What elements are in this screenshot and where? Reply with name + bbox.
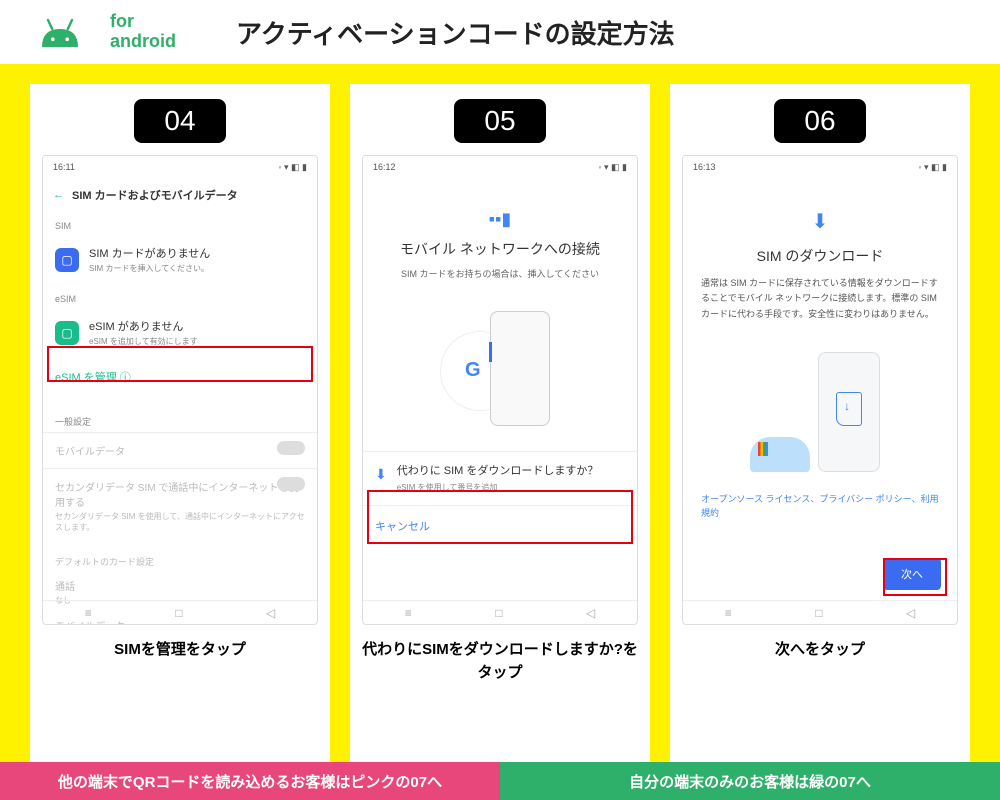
signal-icon: ▪▪▮: [383, 209, 617, 230]
toggle-icon: [277, 441, 305, 455]
section-esim: eSIM: [43, 290, 317, 308]
step-caption: 次へをタップ: [775, 639, 865, 662]
download-icon: ⬇: [701, 209, 939, 234]
highlight-box: [47, 346, 313, 382]
download-icon: ⬇: [375, 466, 387, 483]
sim-desc: SIM カードを挿入してください。: [89, 263, 305, 274]
footer: 他の端末でQRコードを読み込めるお客様はピンクの07へ 自分の端末のみのお客様は…: [0, 762, 1000, 800]
screen-title: SIM のダウンロード: [701, 246, 939, 266]
screen-title: モバイル ネットワークへの接続: [383, 240, 617, 260]
sim-title: SIM カードがありません: [89, 245, 305, 261]
section-general: 一般設定: [43, 411, 317, 432]
highlight-box: [883, 558, 947, 596]
toggle-icon: [277, 477, 305, 491]
header: forandroid アクティベーションコードの設定方法: [0, 0, 1000, 64]
phone-mock-04: 16:11 ◦ ▾ ◧ ▮ ← SIM カードおよびモバイルデータ SIM ▢ SI…: [42, 155, 318, 625]
highlight-box: [367, 490, 633, 544]
section-sim: SIM: [43, 217, 317, 235]
step-card-05: 05 16:12 ◦ ▾ ◧ ▮ ▪▪▮ モバイル ネットワークへの接続 SIM …: [350, 84, 650, 762]
footer-pink: 他の端末でQRコードを読み込めるお客様はピンクの07へ: [0, 762, 500, 800]
screen-title: SIM カードおよびモバイルデータ: [72, 187, 238, 203]
status-time: 16:12: [373, 162, 396, 173]
step-number: 04: [134, 99, 225, 143]
step-caption: 代わりにSIMをダウンロードしますか?をタップ: [362, 639, 638, 684]
step-caption: SIMを管理をタップ: [114, 639, 246, 662]
screen-title-row: ← SIM カードおよびモバイルデータ: [43, 179, 317, 211]
android-icon: [30, 12, 90, 52]
status-time: 16:11: [53, 162, 75, 173]
section-default: デフォルトのカード設定: [43, 551, 317, 572]
mobile-data-row: モバイルデータ: [43, 432, 317, 468]
download-title: 代わりに SIM をダウンロードしますか？: [397, 464, 599, 479]
steps-container: 04 16:11 ◦ ▾ ◧ ▮ ← SIM カードおよびモバイルデータ SIM ▢…: [0, 64, 1000, 762]
legal-links[interactable]: オープンソース ライセンス、プライバシー ポリシー、利用規約: [683, 492, 957, 521]
sim-icon: ▢: [55, 248, 79, 272]
nav-bar: ≡□◁: [683, 600, 957, 624]
page-title: アクティベーションコードの設定方法: [236, 14, 675, 51]
status-icons: ◦ ▾ ◧ ▮: [278, 162, 307, 173]
secondary-sim-row: セカンダリデータ SIM で通話中にインターネットを使用するセカンダリデータ S…: [43, 468, 317, 543]
illustration: G: [420, 301, 580, 441]
phone-mock-06: 16:13 ◦ ▾ ◧ ▮ ⬇ SIM のダウンロード 通常は SIM カードに保…: [682, 155, 958, 625]
illustration: [730, 352, 910, 482]
esim-icon: ▢: [55, 321, 79, 345]
sim-row[interactable]: ▢ SIM カードがありません SIM カードを挿入してください。: [43, 235, 317, 284]
screen-desc: 通常は SIM カードに保存されている情報をダウンロードすることでモバイル ネッ…: [701, 276, 939, 322]
platform-label: forandroid: [110, 12, 176, 52]
step-number: 06: [774, 99, 865, 143]
status-icons: ◦ ▾ ◧ ▮: [598, 162, 627, 173]
esim-title: eSIM がありません: [89, 318, 305, 334]
nav-bar: ≡□◁: [43, 600, 317, 624]
phone-mock-05: 16:12 ◦ ▾ ◧ ▮ ▪▪▮ モバイル ネットワークへの接続 SIM カード…: [362, 155, 638, 625]
nav-bar: ≡□◁: [363, 600, 637, 624]
footer-green: 自分の端末のみのお客様は緑の07へ: [500, 762, 1000, 800]
step-card-04: 04 16:11 ◦ ▾ ◧ ▮ ← SIM カードおよびモバイルデータ SIM ▢…: [30, 84, 330, 762]
status-icons: ◦ ▾ ◧ ▮: [918, 162, 947, 173]
status-time: 16:13: [693, 162, 716, 173]
back-icon[interactable]: ←: [53, 189, 64, 201]
screen-desc: SIM カードをお持ちの場合は、挿入してください: [383, 268, 617, 282]
step-card-06: 06 16:13 ◦ ▾ ◧ ▮ ⬇ SIM のダウンロード 通常は SIM カー…: [670, 84, 970, 762]
step-number: 05: [454, 99, 545, 143]
